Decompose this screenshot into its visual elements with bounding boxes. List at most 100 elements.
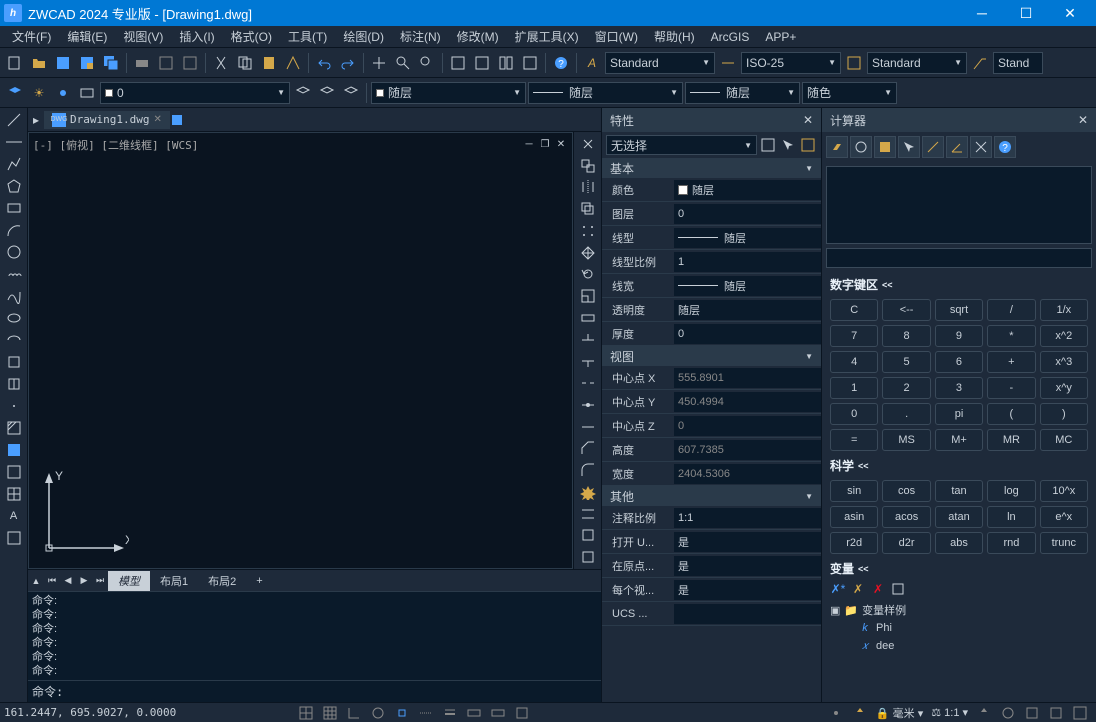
menu-dimension[interactable]: 标注(N) — [392, 26, 449, 47]
menu-view[interactable]: 视图(V) — [115, 26, 171, 47]
calc-button[interactable] — [519, 52, 541, 74]
calc-paste-icon[interactable] — [874, 136, 896, 158]
rect-button[interactable] — [3, 198, 25, 218]
layer-match-button[interactable] — [340, 82, 362, 104]
calc-btn-atan[interactable]: atan — [935, 506, 983, 528]
calc-panel-close-icon[interactable]: ✕ — [1078, 113, 1088, 127]
tab-pin-icon[interactable]: ▸ — [28, 113, 44, 127]
prop-ltype-value[interactable]: 随层 — [674, 228, 821, 248]
pickadd-icon[interactable] — [799, 136, 817, 154]
extend-button[interactable] — [577, 352, 599, 372]
quick-select-icon[interactable] — [759, 136, 777, 154]
point-button[interactable] — [3, 396, 25, 416]
calc-clear-icon[interactable] — [826, 136, 848, 158]
maximize-button[interactable]: ☐ — [1004, 0, 1048, 26]
erase-button[interactable] — [577, 134, 599, 154]
var-calc-icon[interactable] — [890, 581, 906, 597]
calc-btn-1[interactable]: 1 — [830, 377, 878, 399]
open-button[interactable] — [28, 52, 50, 74]
var-delete-icon[interactable]: ✗ — [870, 581, 886, 597]
calc-btn-x_2[interactable]: x^2 — [1040, 325, 1088, 347]
copy-button[interactable] — [577, 156, 599, 176]
layer-filter-button[interactable] — [292, 82, 314, 104]
prop-thick-value[interactable]: 0 — [674, 324, 821, 344]
lineweight-dropdown[interactable]: 随层▼ — [685, 82, 800, 104]
viewport-restore-icon[interactable]: ❐ — [538, 137, 552, 151]
calc-btn-_[interactable]: / — [987, 299, 1035, 321]
align-button[interactable] — [577, 504, 599, 524]
calc-btn-C[interactable]: C — [830, 299, 878, 321]
publish-button[interactable] — [179, 52, 201, 74]
calc-btn-7[interactable]: 7 — [830, 325, 878, 347]
calc-btn-d2r[interactable]: d2r — [882, 532, 930, 554]
isolate-button[interactable] — [1021, 704, 1043, 722]
calc-btn-acos[interactable]: acos — [882, 506, 930, 528]
preview-button[interactable] — [155, 52, 177, 74]
prop-cy-value[interactable]: 450.4994 — [674, 392, 821, 412]
tab-model[interactable]: 模型 — [108, 571, 150, 591]
new-button[interactable] — [4, 52, 26, 74]
prop-cx-value[interactable]: 555.8901 — [674, 368, 821, 388]
calc-history-icon[interactable] — [850, 136, 872, 158]
selection-dropdown[interactable]: 无选择▼ — [606, 135, 757, 155]
prop-width-value[interactable]: 2404.5306 — [674, 464, 821, 484]
help-button[interactable]: ? — [550, 52, 572, 74]
cut-button[interactable] — [210, 52, 232, 74]
close-button[interactable]: ✕ — [1048, 0, 1092, 26]
calc-btn-5[interactable]: 5 — [882, 351, 930, 373]
calc-btn-trunc[interactable]: trunc — [1040, 532, 1088, 554]
calc-btn-10^x[interactable]: 10^x — [1040, 480, 1088, 502]
dyn-input-button[interactable] — [463, 704, 485, 722]
anno-visibility-button[interactable] — [825, 704, 847, 722]
calc-btn-x_y[interactable]: x^y — [1040, 377, 1088, 399]
menu-arcgis[interactable]: ArcGIS — [703, 28, 758, 46]
tab-new-button[interactable] — [170, 113, 194, 127]
layer-prev-button[interactable] — [76, 82, 98, 104]
tab-add[interactable]: + — [246, 573, 272, 589]
model-button[interactable] — [511, 704, 533, 722]
props-button[interactable] — [447, 52, 469, 74]
menu-edit[interactable]: 编辑(E) — [59, 26, 115, 47]
prop-trans-value[interactable]: 随层 — [674, 300, 821, 320]
arc-button[interactable] — [3, 220, 25, 240]
command-input[interactable] — [67, 684, 597, 699]
viewport-minimize-icon[interactable]: ─ — [522, 137, 536, 151]
calc-btn-e^x[interactable]: e^x — [1040, 506, 1088, 528]
dim-style-dropdown[interactable]: ISO-25▼ — [741, 52, 841, 74]
tool-palette-button[interactable] — [495, 52, 517, 74]
menu-tools[interactable]: 工具(T) — [280, 26, 335, 47]
explode-button[interactable] — [577, 482, 599, 502]
text-style-dropdown[interactable]: Standard▼ — [605, 52, 715, 74]
calc-btn-r2d[interactable]: r2d — [830, 532, 878, 554]
tab-nav-hide[interactable]: ▲ — [28, 572, 44, 590]
tab-nav-last[interactable]: ⏭ — [92, 572, 108, 590]
menu-app[interactable]: APP+ — [757, 28, 804, 46]
calc-btn-0[interactable]: 0 — [830, 403, 878, 425]
prop-height-value[interactable]: 607.7385 — [674, 440, 821, 460]
move-button[interactable] — [577, 243, 599, 263]
anno-autoscale-button[interactable] — [849, 704, 871, 722]
save-button[interactable] — [52, 52, 74, 74]
calc-btn-log[interactable]: log — [987, 480, 1035, 502]
ortho-button[interactable] — [343, 704, 365, 722]
calc-btn-_[interactable]: ( — [987, 403, 1035, 425]
prop-layer-value[interactable]: 0 — [674, 204, 821, 224]
calc-scipad-title[interactable]: 科学<< — [822, 455, 1096, 476]
prop-origin-value[interactable]: 是 — [674, 556, 821, 576]
mirror-button[interactable] — [577, 178, 599, 198]
calc-btn-MR[interactable]: MR — [987, 429, 1035, 451]
menu-insert[interactable]: 插入(I) — [171, 26, 222, 47]
join-button[interactable] — [577, 417, 599, 437]
menu-file[interactable]: 文件(F) — [4, 26, 59, 47]
calc-input-field[interactable] — [826, 248, 1092, 268]
var-tree-root[interactable]: ▣📁变量样例 — [830, 601, 1088, 619]
calc-btn-1_x[interactable]: 1/x — [1040, 299, 1088, 321]
trim-button[interactable] — [577, 330, 599, 350]
calc-btn-tan[interactable]: tan — [935, 480, 983, 502]
color-dropdown[interactable]: 随层▼ — [371, 82, 526, 104]
section-view[interactable]: 视图▼ — [602, 346, 821, 366]
mleader-style-dropdown[interactable]: Stand — [993, 52, 1043, 74]
table-button[interactable] — [3, 484, 25, 504]
copy-button[interactable] — [234, 52, 256, 74]
calc-btn-pi[interactable]: pi — [935, 403, 983, 425]
